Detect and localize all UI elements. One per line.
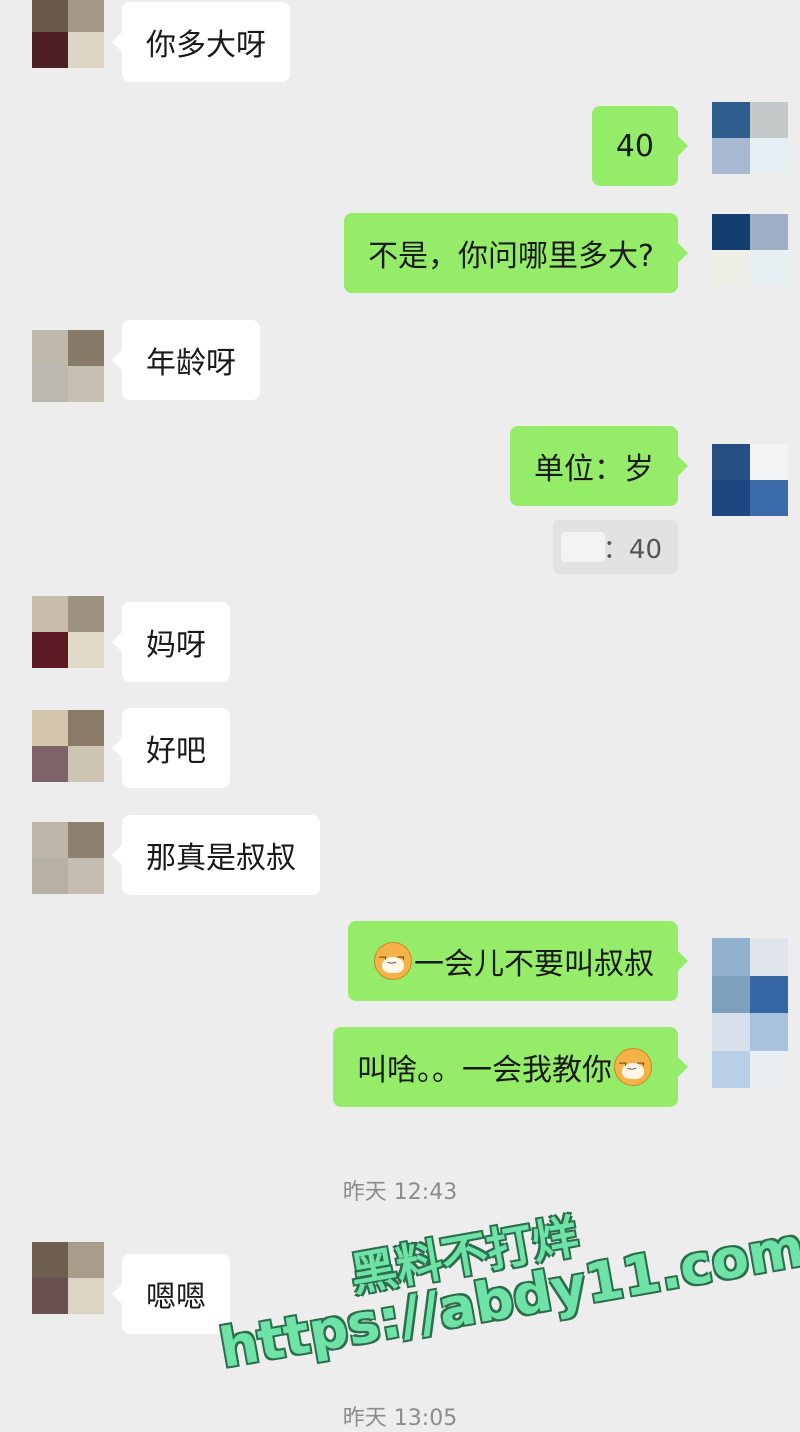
- timestamp: 昨天 13:05: [342, 1406, 458, 1431]
- message-bubble-outgoing[interactable]: 叫啥。。一会我教你: [333, 1027, 688, 1107]
- quoted-text: ：40: [602, 534, 662, 565]
- message-text: 年龄呀: [146, 346, 236, 381]
- message-text: 你多大呀: [146, 28, 266, 63]
- message-text: 叫啥。。一会我教你: [357, 1053, 612, 1088]
- contact-avatar[interactable]: [32, 710, 104, 782]
- message-text: 嗯嗯: [146, 1280, 206, 1315]
- watermark-url: https://abdy11.com: [215, 1215, 800, 1381]
- message-text: 一会儿不要叫叔叔: [414, 947, 654, 982]
- message-bubble-incoming[interactable]: 好吧: [112, 708, 230, 788]
- message-bubble-incoming[interactable]: 你多大呀: [112, 2, 290, 82]
- message-bubble-outgoing[interactable]: 一会儿不要叫叔叔: [348, 921, 688, 1001]
- contact-avatar[interactable]: [32, 1242, 104, 1314]
- message-text: 单位：岁: [534, 452, 654, 487]
- contact-avatar[interactable]: [32, 596, 104, 668]
- quoted-sender-redacted: [560, 532, 605, 562]
- doge-emoji-icon: [614, 1048, 652, 1086]
- message-bubble-incoming[interactable]: 妈呀: [112, 602, 230, 682]
- message-text: 40: [615, 128, 654, 164]
- message-text: 好吧: [146, 734, 206, 769]
- doge-emoji-icon: [374, 942, 412, 980]
- quoted-message[interactable]: ：40: [552, 520, 678, 574]
- contact-avatar[interactable]: [32, 330, 104, 402]
- message-bubble-outgoing[interactable]: 不是，你问哪里多大?: [344, 213, 688, 293]
- message-bubble-outgoing[interactable]: 单位：岁: [510, 426, 688, 506]
- message-text: 妈呀: [146, 628, 206, 663]
- message-bubble-incoming[interactable]: 嗯嗯: [112, 1254, 230, 1334]
- contact-avatar[interactable]: [32, 0, 104, 68]
- timestamp: 昨天 12:43: [342, 1180, 458, 1205]
- message-text: 那真是叔叔: [146, 841, 296, 876]
- message-bubble-outgoing[interactable]: 40: [591, 106, 689, 186]
- my-avatar[interactable]: [712, 444, 788, 516]
- watermark-title: 黑料不打烊: [346, 1208, 583, 1303]
- my-avatar[interactable]: [712, 938, 788, 1088]
- my-avatar[interactable]: [712, 102, 788, 174]
- message-text: 不是，你问哪里多大?: [368, 239, 654, 274]
- message-bubble-incoming[interactable]: 那真是叔叔: [112, 815, 320, 895]
- contact-avatar[interactable]: [32, 822, 104, 894]
- my-avatar[interactable]: [712, 214, 788, 286]
- message-bubble-incoming[interactable]: 年龄呀: [112, 320, 260, 400]
